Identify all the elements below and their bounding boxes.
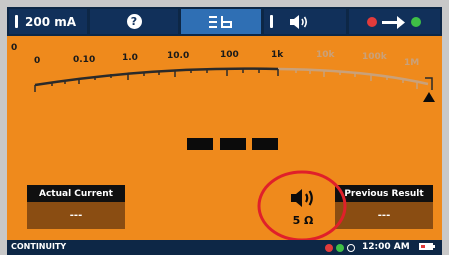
range-mode-button[interactable] — [181, 9, 261, 34]
range-icon — [209, 15, 232, 28]
reading-dash — [252, 138, 278, 150]
actual-current-value: --- — [27, 202, 125, 229]
battery-icon — [419, 243, 435, 250]
probe-icon — [270, 15, 273, 28]
beeper-icon — [290, 14, 308, 29]
beeper-button[interactable] — [264, 9, 346, 34]
reading-dash — [187, 138, 213, 150]
actual-current-panel: Actual Current --- — [27, 185, 125, 229]
meter-screen: 200 mA ? 0 0 0.10 1.0 10.0 100 1k 10k 10… — [7, 7, 442, 255]
help-icon: ? — [126, 14, 142, 29]
status-bar: CONTINUITY 12:00 AM — [7, 240, 442, 255]
probe-icon — [15, 15, 18, 28]
test-current-label: 200 mA — [25, 14, 77, 29]
reading-dash — [220, 138, 246, 150]
scale-arc — [34, 67, 435, 102]
mode-label: CONTINUITY — [11, 242, 67, 251]
lead-compensation-icon — [366, 15, 421, 29]
device-frame: 200 mA ? 0 0 0.10 1.0 10.0 100 1k 10k 10… — [0, 0, 449, 255]
clock: 12:00 AM — [362, 242, 410, 252]
resistance-scale: 0 0 0.10 1.0 10.0 100 1k 10k 100k 1M — [7, 36, 442, 176]
green-status-dot — [336, 244, 344, 252]
highlight-circle — [257, 170, 347, 242]
help-button[interactable]: ? — [90, 9, 178, 34]
top-toolbar: 200 mA ? — [7, 7, 442, 36]
empty-status-dot — [347, 244, 355, 252]
test-current-button[interactable]: 200 mA — [9, 9, 87, 34]
red-status-dot — [325, 244, 333, 252]
actual-current-title: Actual Current — [27, 185, 125, 202]
lead-compensation-button[interactable] — [349, 9, 440, 34]
